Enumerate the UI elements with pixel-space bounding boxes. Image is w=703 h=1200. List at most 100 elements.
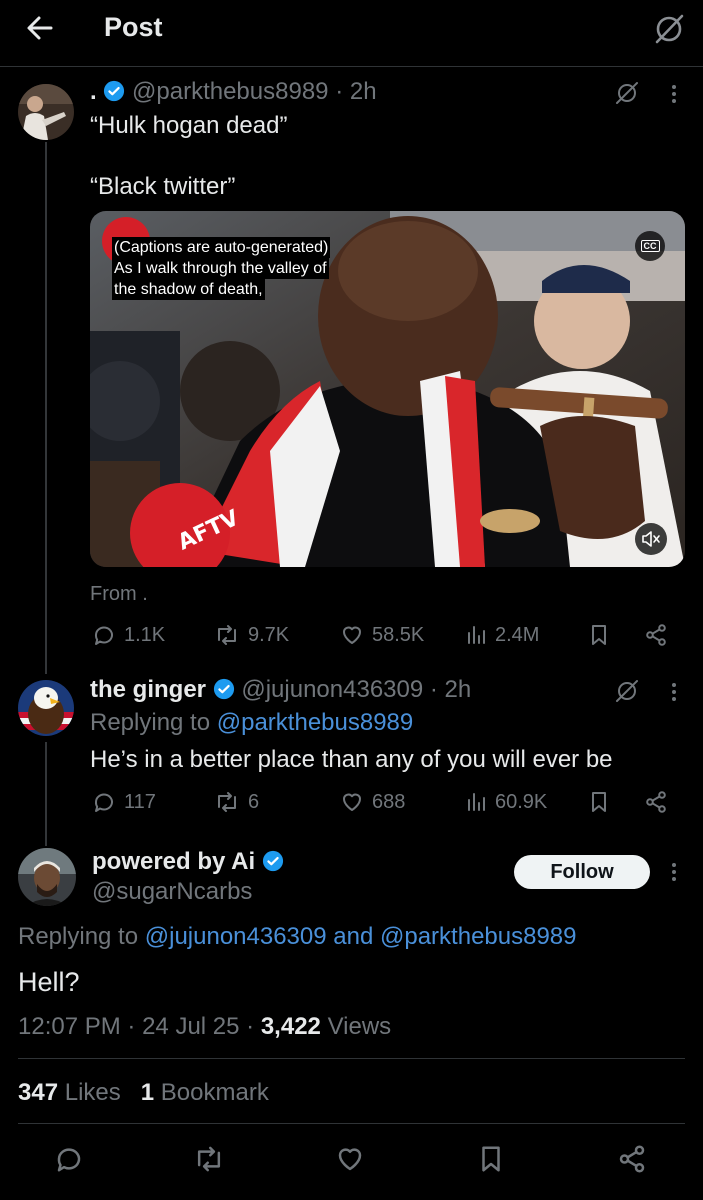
author-handle[interactable]: @jujunon436309 xyxy=(241,676,423,703)
analytics-icon xyxy=(468,626,485,644)
back-button[interactable] xyxy=(24,12,56,44)
more-icon xyxy=(672,863,676,881)
mention-link[interactable]: @parkthebus8989 xyxy=(380,923,577,950)
replying-to: Replying to @jujunon436309 and @parktheb… xyxy=(18,923,577,951)
repost-button[interactable] xyxy=(193,1144,225,1174)
replying-to: Replying to @parkthebus8989 xyxy=(90,709,413,737)
bookmarks-label: Bookmark xyxy=(160,1079,269,1106)
video-source-label[interactable]: From . xyxy=(90,583,148,606)
verified-badge-icon xyxy=(104,80,125,102)
tweet-time: · 2h xyxy=(429,676,472,703)
bookmarks-count: 1 xyxy=(140,1079,155,1106)
author-handle[interactable]: @sugarNcarbs xyxy=(92,878,252,906)
replying-and: and xyxy=(333,923,374,950)
heart-icon xyxy=(343,793,361,811)
tweet-meta: 12:07 PM · 24 Jul 25 · 3,422 Views xyxy=(18,1013,392,1040)
replying-to-label: Replying to xyxy=(18,923,139,950)
video-player[interactable]: AFTV (Captions are auto-generated) As I … xyxy=(90,211,685,567)
views-button[interactable]: 60.9K xyxy=(465,790,547,814)
grok-button[interactable] xyxy=(614,678,640,704)
caption-line: As I walk through the valley of xyxy=(112,258,329,279)
grok-icon xyxy=(616,680,638,702)
cc-icon: CC xyxy=(640,240,660,252)
tweet-text-line1: “Hulk hogan dead” xyxy=(90,112,288,139)
more-icon xyxy=(672,683,676,701)
tweet-text: He’s in a better place than any of you w… xyxy=(90,746,613,773)
like-count: 58.5K xyxy=(372,623,425,646)
likes-label: Likes xyxy=(64,1079,121,1106)
mute-button[interactable] xyxy=(635,523,667,555)
video-captions: (Captions are auto-generated) As I walk … xyxy=(112,237,331,300)
repost-count: 9.7K xyxy=(248,623,290,646)
likes-count: 347 xyxy=(18,1079,59,1106)
tweet-text-line2: “Black twitter” xyxy=(90,173,236,200)
reply-count: 117 xyxy=(124,790,156,813)
views-count: 3,422 xyxy=(260,1013,321,1040)
more-options-button[interactable] xyxy=(664,860,684,884)
analytics-icon xyxy=(468,793,485,811)
avatar[interactable] xyxy=(18,680,74,736)
main-author: powered by Ai xyxy=(92,848,284,876)
bookmark-icon xyxy=(592,625,606,645)
reply-button[interactable]: 117 xyxy=(92,790,156,814)
author-name[interactable]: powered by Ai xyxy=(92,848,255,875)
reply-button[interactable] xyxy=(54,1144,84,1174)
verified-badge-icon xyxy=(262,850,283,872)
grok-button[interactable] xyxy=(614,80,640,106)
page-title: Post xyxy=(104,12,163,42)
avatar[interactable] xyxy=(18,848,76,906)
tweet1-header: . @parkthebus8989 · 2h xyxy=(90,78,377,106)
more-options-button[interactable] xyxy=(664,680,684,704)
replying-to-label: Replying to xyxy=(90,709,211,736)
repost-button[interactable]: 6 xyxy=(214,790,259,814)
views-label: Views xyxy=(327,1013,392,1040)
heart-icon xyxy=(338,1148,362,1171)
follow-button[interactable]: Follow xyxy=(514,855,650,889)
share-icon xyxy=(646,791,666,813)
bookmarks-stat[interactable]: 1 Bookmark xyxy=(141,1079,269,1106)
reply-icon xyxy=(94,793,113,812)
engagement-stats: 347 Likes 1 Bookmark xyxy=(18,1079,269,1107)
likes-stat[interactable]: 347 Likes xyxy=(18,1079,127,1106)
volume-muted-icon xyxy=(642,531,660,547)
views-count: 60.9K xyxy=(495,790,548,813)
views-button[interactable]: 2.4M xyxy=(465,623,539,647)
repost-icon xyxy=(218,625,236,645)
share-button[interactable] xyxy=(644,623,668,647)
share-button[interactable] xyxy=(644,790,668,814)
like-button[interactable]: 58.5K xyxy=(340,623,424,647)
bookmark-button[interactable] xyxy=(588,623,610,647)
bookmark-button[interactable] xyxy=(588,790,610,814)
avatar[interactable] xyxy=(18,84,74,140)
stats-divider xyxy=(18,1123,685,1124)
mention-link[interactable]: @parkthebus8989 xyxy=(217,709,414,736)
grok-button[interactable] xyxy=(652,12,686,46)
more-options-button[interactable] xyxy=(664,82,684,106)
repost-icon xyxy=(197,1146,221,1172)
caption-line: (Captions are auto-generated) xyxy=(112,237,331,258)
author-name[interactable]: . xyxy=(90,78,97,105)
author-handle[interactable]: @parkthebus8989 xyxy=(132,78,329,105)
heart-icon xyxy=(343,626,361,644)
share-button[interactable] xyxy=(617,1144,647,1174)
like-count: 688 xyxy=(372,790,406,813)
share-icon xyxy=(646,624,666,646)
reply-button[interactable]: 1.1K xyxy=(92,623,165,647)
grok-icon xyxy=(616,82,638,104)
like-button[interactable]: 688 xyxy=(340,790,405,814)
tweet-time: 12:07 PM xyxy=(18,1013,121,1040)
bookmark-icon xyxy=(482,1146,500,1172)
author-name[interactable]: the ginger xyxy=(90,676,206,703)
arrow-left-icon xyxy=(27,16,53,40)
like-button[interactable] xyxy=(335,1144,365,1174)
meta-divider xyxy=(18,1058,685,1059)
tweet2-header: the ginger @jujunon436309 · 2h xyxy=(90,676,471,704)
repost-button[interactable]: 9.7K xyxy=(214,623,289,647)
more-icon xyxy=(672,85,676,103)
repost-icon xyxy=(218,792,236,812)
bookmark-button[interactable] xyxy=(477,1144,505,1174)
mention-link[interactable]: @jujunon436309 xyxy=(145,923,327,950)
bookmark-icon xyxy=(592,792,606,812)
reply-count: 1.1K xyxy=(124,623,166,646)
captions-toggle-button[interactable]: CC xyxy=(635,231,665,261)
